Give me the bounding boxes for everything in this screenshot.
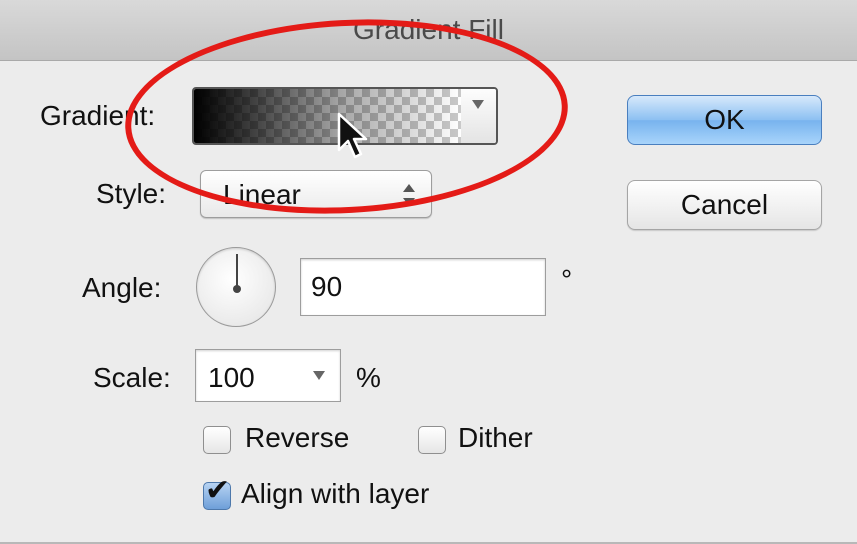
style-label: Style: — [96, 178, 167, 209]
chevron-down-icon — [472, 100, 484, 109]
scale-input[interactable]: 100 — [208, 362, 255, 394]
gradient-label: Gradient: — [40, 100, 156, 131]
dither-checkbox[interactable] — [418, 426, 446, 454]
angle-unit: ° — [561, 264, 573, 295]
checkmark-icon: ✔ — [205, 474, 231, 507]
gradient-dropdown-button[interactable] — [461, 89, 496, 143]
angle-label: Angle: — [82, 272, 162, 303]
align-with-layer-checkbox[interactable]: ✔ — [203, 476, 231, 510]
scale-combo-box[interactable]: 100 — [195, 349, 341, 402]
gradient-fill-dialog: Gradient Fill Gradient: Style: Linear An… — [0, 0, 857, 544]
angle-dial-center — [233, 285, 241, 293]
reverse-label[interactable]: Reverse — [245, 422, 349, 454]
gradient-preview-swatch[interactable] — [194, 89, 463, 143]
style-select[interactable]: Linear — [200, 170, 432, 218]
chevron-down-icon — [313, 371, 325, 380]
title-bar[interactable]: Gradient Fill — [0, 0, 857, 61]
window-title: Gradient Fill — [353, 14, 504, 45]
cancel-button[interactable]: Cancel — [627, 180, 822, 230]
scale-unit: % — [356, 362, 381, 393]
align-with-layer-label[interactable]: Align with layer — [241, 478, 429, 510]
angle-dial[interactable] — [196, 247, 276, 327]
angle-input[interactable]: 90 — [300, 258, 546, 316]
style-selected-value: Linear — [223, 179, 301, 210]
scale-dropdown-button[interactable] — [298, 350, 340, 401]
reverse-checkbox[interactable] — [203, 426, 231, 454]
updown-arrows-icon — [403, 184, 415, 206]
dither-label[interactable]: Dither — [458, 422, 533, 454]
angle-indicator-line — [236, 254, 238, 288]
scale-label: Scale: — [93, 362, 171, 393]
ok-button[interactable]: OK — [627, 95, 822, 145]
gradient-picker[interactable] — [192, 87, 498, 145]
